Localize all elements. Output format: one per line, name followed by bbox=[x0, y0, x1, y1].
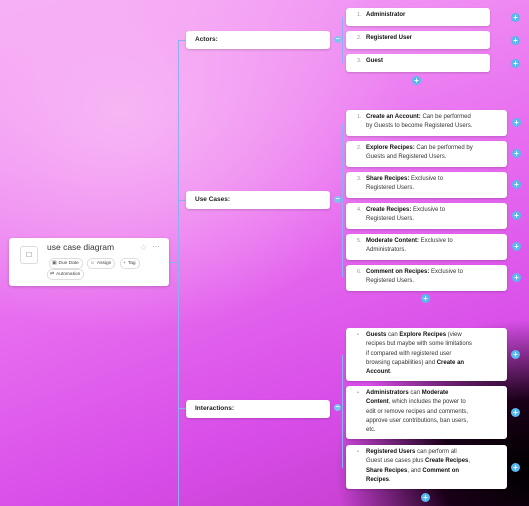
use-case-item[interactable]: 1. Create an Account: Can be performed by … bbox=[346, 110, 507, 136]
actor-item[interactable]: 3. Guest bbox=[346, 54, 490, 72]
interaction-item[interactable]: • Guests can Explore Recipes (view recip… bbox=[346, 328, 507, 381]
automation-chip[interactable]: ⇄ Automation bbox=[47, 269, 85, 280]
root-title[interactable]: use case diagram bbox=[47, 242, 114, 252]
add-child-icon[interactable]: + bbox=[512, 180, 521, 189]
add-sibling-icon[interactable]: + bbox=[421, 294, 430, 303]
bullet-icon: • bbox=[357, 390, 359, 396]
use-case-item[interactable]: 2. Explore Recipes: Can be performed by Gu… bbox=[346, 141, 507, 167]
bullet-icon: • bbox=[357, 449, 359, 455]
trunk-line bbox=[178, 40, 179, 506]
automation-icon: ⇄ bbox=[50, 272, 55, 277]
category-use-cases[interactable]: Use Cases: bbox=[186, 191, 330, 209]
add-sibling-icon[interactable]: + bbox=[421, 493, 430, 502]
branch-line-actors bbox=[178, 40, 186, 41]
category-interactions[interactable]: Interactions: bbox=[186, 400, 330, 418]
branch-line-interactions bbox=[178, 408, 186, 409]
add-child-icon[interactable]: + bbox=[511, 36, 520, 45]
user-icon: ☺ bbox=[90, 261, 95, 266]
collapse-actors-icon[interactable]: − bbox=[334, 36, 341, 43]
use-case-item[interactable]: 4. Create Recipes: Exclusive to Registered… bbox=[346, 203, 507, 229]
add-child-icon[interactable]: + bbox=[512, 211, 521, 220]
actor-item[interactable]: 1. Administrator bbox=[346, 8, 490, 26]
use-case-item[interactable]: 5. Moderate Content: Exclusive to Administ… bbox=[346, 234, 507, 260]
use-cases-vline bbox=[342, 124, 343, 277]
add-child-icon[interactable]: + bbox=[511, 463, 520, 472]
interaction-item[interactable]: • Registered Users can perform all Guest… bbox=[346, 445, 507, 489]
collapse-interactions-icon[interactable]: − bbox=[334, 404, 341, 411]
actor-item[interactable]: 2. Registered User bbox=[346, 31, 490, 49]
use-case-item[interactable]: 3. Share Recipes: Exclusive to Registered … bbox=[346, 172, 507, 198]
calendar-icon: ▣ bbox=[52, 261, 57, 266]
add-child-icon[interactable]: + bbox=[511, 59, 520, 68]
actors-vline bbox=[342, 17, 343, 63]
add-child-icon[interactable]: + bbox=[511, 350, 520, 359]
interactions-vline bbox=[342, 355, 343, 468]
collapse-use-cases-icon[interactable]: − bbox=[334, 196, 341, 203]
add-sibling-icon[interactable]: + bbox=[412, 76, 421, 85]
root-node-card[interactable]: □ use case diagram ☆ ··· ▣ Due Date ☺ Assi… bbox=[9, 238, 169, 286]
add-child-icon[interactable]: + bbox=[511, 408, 520, 417]
add-child-icon[interactable]: + bbox=[512, 273, 521, 282]
add-child-icon[interactable]: + bbox=[512, 242, 521, 251]
use-case-item[interactable]: 6. Comment on Recipes: Exclusive to Regist… bbox=[346, 265, 507, 291]
document-icon: □ bbox=[20, 246, 38, 264]
add-child-icon[interactable]: + bbox=[512, 149, 521, 158]
interaction-item[interactable]: • Administrators can Moderate Content, w… bbox=[346, 386, 507, 439]
add-child-icon[interactable]: + bbox=[512, 118, 521, 127]
root-connector-line bbox=[169, 262, 178, 263]
tag-chip[interactable]: + Tag bbox=[120, 258, 140, 269]
assign-chip[interactable]: ☺ Assign bbox=[87, 258, 116, 269]
tag-icon: + bbox=[123, 261, 126, 266]
due-date-chip[interactable]: ▣ Due Date bbox=[49, 258, 83, 269]
category-actors[interactable]: Actors: bbox=[186, 31, 330, 49]
branch-line-use-cases bbox=[178, 200, 186, 201]
add-child-icon[interactable]: + bbox=[511, 13, 520, 22]
star-icon[interactable]: ☆ bbox=[140, 243, 147, 252]
more-options-icon[interactable]: ··· bbox=[152, 242, 160, 251]
bullet-icon: • bbox=[357, 332, 359, 338]
